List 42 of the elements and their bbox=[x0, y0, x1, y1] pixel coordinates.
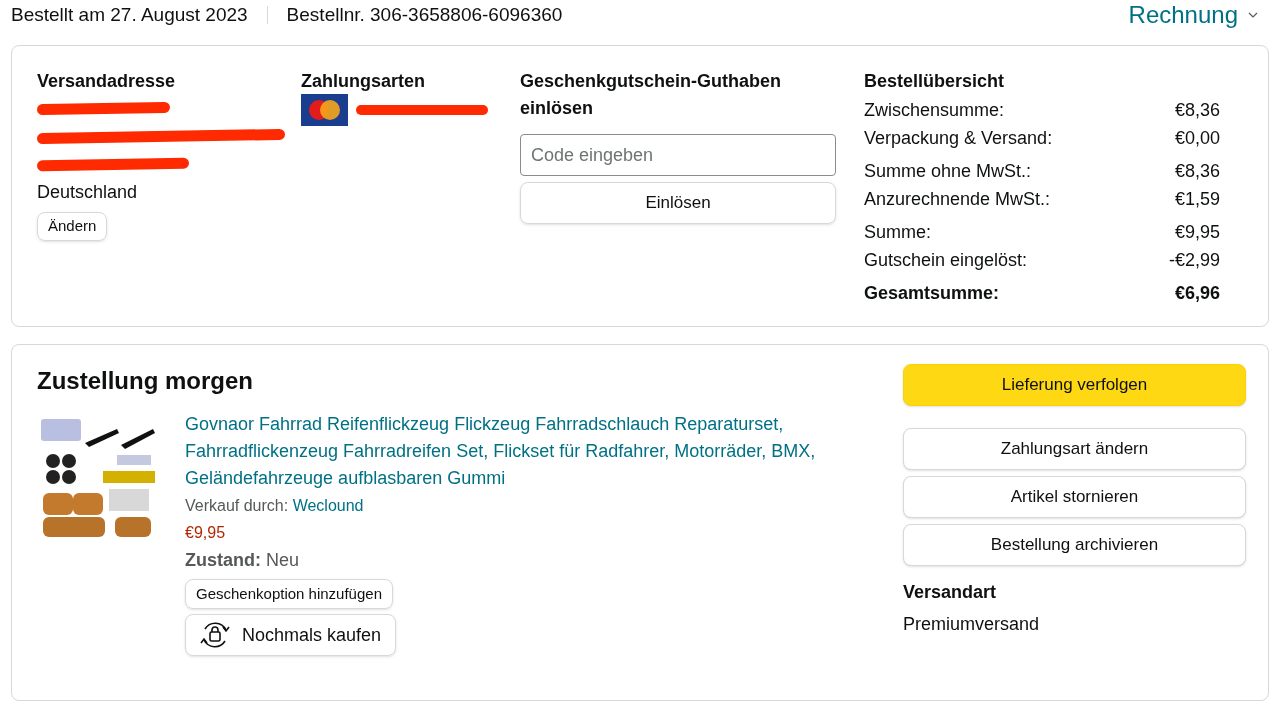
summary-value: €8,36 bbox=[1174, 160, 1220, 183]
section-title: Versandart bbox=[903, 581, 998, 604]
seller-link[interactable]: Weclound bbox=[292, 497, 364, 514]
chevron-down-icon bbox=[1248, 12, 1258, 18]
summary-value: €1,59 bbox=[1174, 188, 1220, 211]
summary-label: Summe ohne MwSt.: bbox=[864, 160, 1032, 183]
summary-label: Summe: bbox=[864, 221, 932, 244]
card-logo-icon bbox=[301, 94, 348, 126]
section-title: Geschenkgutschein-Guthaben einlösen bbox=[520, 70, 783, 120]
section-title: Zahlungsarten bbox=[301, 70, 426, 93]
condition-label: Zustand: bbox=[185, 550, 261, 570]
order-number: Bestellnr. 306-3658806-6096360 bbox=[286, 2, 563, 27]
summary-value: €0,00 bbox=[1174, 127, 1220, 150]
summary-value: €9,95 bbox=[1174, 221, 1220, 244]
section-title: Versandadresse bbox=[37, 70, 177, 93]
product-price: €9,95 bbox=[185, 523, 226, 543]
action-button[interactable]: Bestellung archivieren bbox=[903, 524, 1246, 566]
condition-value: Neu bbox=[266, 550, 300, 570]
action-button[interactable]: Artikel stornieren bbox=[903, 476, 1246, 518]
summary-label: Zwischensumme: bbox=[864, 99, 1005, 122]
summary-label: Gutschein eingelöst: bbox=[864, 249, 1028, 272]
summary-value: €8,36 bbox=[1174, 99, 1220, 122]
delivery-title: Zustellung morgen bbox=[37, 366, 254, 396]
summary-label: Verpackung & Versand: bbox=[864, 127, 1053, 150]
redeem-button[interactable]: Einlösen bbox=[520, 182, 836, 224]
shipping-method: Premiumversand bbox=[903, 613, 1041, 636]
summary-label: Gesamtsumme: bbox=[864, 282, 1000, 305]
change-button[interactable]: Ändern bbox=[37, 212, 108, 241]
summary-label: Anzurechnende MwSt.: bbox=[864, 188, 1051, 211]
action-button[interactable]: Zahlungsart ändern bbox=[903, 428, 1246, 470]
code-input-field[interactable]: Code eingeben bbox=[520, 134, 836, 176]
address-line: Deutschland bbox=[37, 181, 139, 204]
section-title: Bestellübersicht bbox=[864, 70, 1006, 93]
buy-again-button[interactable]: Nochmals kaufen bbox=[185, 614, 397, 656]
summary-value: -€2,99 bbox=[1168, 249, 1220, 272]
summary-value: €6,96 bbox=[1174, 282, 1220, 305]
track-delivery-button[interactable]: Lieferung verfolgen bbox=[903, 364, 1246, 406]
invoice-link[interactable]: Rechnung bbox=[1128, 0, 1258, 33]
gift-option-button[interactable]: Geschenkoption hinzufügen bbox=[185, 579, 393, 609]
seller-label: Verkauf durch: bbox=[185, 497, 289, 514]
order-date: Bestellt am 27. August 2023 bbox=[11, 2, 248, 27]
product-link[interactable]: Govnaor Fahrrad Reifenflickzeug Flickzeug Fahrradschlauch Reparaturset, Fahrradflickenzeug Fahrradreifen Set, Flickset für Radfahrer, Motorräder, BMX, Geländefahrzeuge aufblasbaren Gummi bbox=[185, 411, 875, 492]
